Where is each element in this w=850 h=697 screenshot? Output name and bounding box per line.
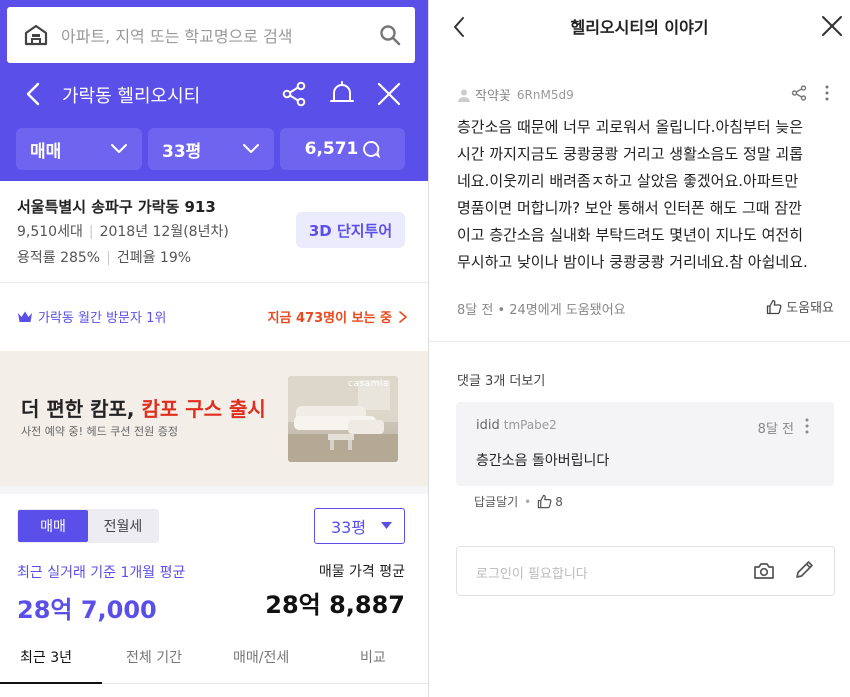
crown-icon [18,311,32,322]
live-viewers-label: 지금 473명이 보는 중 [267,311,392,326]
complex-meta-2: 용적률 285% | 건폐율 19% [17,247,191,267]
segment-rent-tab[interactable]: 전월세 [88,510,158,542]
live-viewers-link[interactable]: 지금 473명이 보는 중 [268,307,408,326]
reply-button[interactable]: 답글달기 [474,493,518,510]
helpful-button[interactable]: 도움돼요 [766,297,834,316]
segment-sale-tab[interactable]: 매매 [18,510,88,542]
households: 9,510세대 [17,224,83,240]
thumbs-up-icon [767,299,782,314]
post-meta: 8달 전 • 24명에게 도움됐어요 [457,303,626,318]
tab-sale-jeonse[interactable]: 매매/전세 [233,647,289,667]
ad-brand-logo: casamia [348,379,389,389]
active-tab-indicator [0,682,102,684]
built-year: 2018년 12월(8년차) [99,224,229,240]
post-body: 층간소음 때문에 너무 괴로워서 올립니다.아침부터 늦은 시간 까지지금도 쿵… [457,118,808,271]
size-select[interactable]: 33평 [314,508,405,544]
section-gap [0,486,428,494]
tab-all-period[interactable]: 전체 기간 [126,647,182,667]
recent-trade-price: 28억 7,000 [17,596,157,624]
close-icon[interactable] [376,81,402,107]
apartment-panel: 아파트, 지역 또는 학교명으로 검색 가락동 헬리오시티 매매 33평 6,5… [0,0,428,697]
thumbs-up-icon[interactable] [537,494,552,509]
story-title: 헬리오시티의 이야기 [570,18,709,37]
camera-icon[interactable] [753,560,775,582]
chevron-right-icon [399,310,407,323]
comment-author: idid tmPabe2 [476,418,557,433]
floor-area-ratio: 용적률 285% [17,250,101,266]
size-dropdown[interactable]: 33평 [148,128,274,170]
complex-meta-1: 9,510세대 | 2018년 12월(8년차) [17,221,229,241]
more-options-icon[interactable] [824,84,830,102]
close-icon[interactable] [821,15,843,37]
like-count: 8 [555,494,563,509]
user-avatar-icon [458,89,470,102]
visitor-rank[interactable]: 가락동 월간 방문자 1위 [17,307,166,326]
home-logo-icon[interactable] [23,22,49,48]
more-comments-link[interactable]: 댓글 3개 더보기 [457,370,545,389]
listing-avg-label: 매물 가격 평균 [318,564,405,580]
chevron-down-icon [111,144,127,153]
listing-avg-price: 28억 8,887 [265,591,405,619]
complex-title: 가락동 헬리오시티 [62,86,201,107]
divider: | [88,224,94,240]
size-label: 33평 [162,141,202,162]
review-count: 6,571 [304,139,359,159]
comment-input-placeholder: 로그인이 필요합니다 [476,567,588,582]
share-icon[interactable] [281,81,307,107]
comment-author-id: tmPabe2 [503,418,557,432]
separator-dot: • [524,494,532,509]
ad-sofa-image[interactable]: casamia [288,376,398,462]
divider [429,341,850,342]
share-icon[interactable] [791,85,807,101]
visitor-rank-label: 가락동 월간 방문자 1위 [38,311,167,326]
complex-address: 서울특별시 송파구 가락동 913 [17,198,216,216]
3d-tour-button[interactable]: 3D 단지투어 [296,212,405,248]
divider: | [106,250,111,266]
pencil-icon[interactable] [793,559,815,581]
story-panel: 헬리오시티의 이야기 작약꽃 6RnM5d9 층간소음 때문에 너무 괴로워서 … [429,0,850,697]
search-bar[interactable]: 아파트, 지역 또는 학교명으로 검색 [7,7,415,63]
comment-actions: 답글달기 • 8 [474,493,563,510]
caret-down-icon [381,522,392,529]
period-tabs: 최근 3년 전체 기간 매매/전세 비교 [0,630,428,684]
comment-text: 층간소음 돌아버립니다 [476,453,610,469]
complex-nav: 가락동 헬리오시티 [0,72,428,116]
author-name: 작약꽃 [475,89,511,104]
chevron-down-icon [243,144,259,153]
ad-subtitle: 사전 예약 중! 헤드 쿠션 전원 증정 [21,425,178,438]
building-coverage: 건폐율 19% [116,250,192,266]
author-id: 6RnM5d9 [516,87,574,102]
trade-type-dropdown[interactable]: 매매 [16,128,142,170]
helpful-label: 도움돼요 [786,301,834,316]
comment-item: idid tmPabe2 8달 전 층간소음 돌아버립니다 [456,402,834,486]
tab-recent-3-years[interactable]: 최근 3년 [20,647,72,667]
comment-author-name: idid [476,418,500,433]
more-options-icon[interactable] [804,417,810,435]
trade-type-label: 매매 [30,141,62,162]
divider [0,282,428,283]
size-select-label: 33평 [331,518,367,537]
bell-icon[interactable] [328,80,356,108]
comment-input[interactable]: 로그인이 필요합니다 [456,546,835,596]
post-author: 작약꽃 6RnM5d9 [457,85,574,104]
ad-title: 더 편한 캄포, 캄포 구스 출시 [21,393,266,422]
recent-trade-label: 최근 실거래 기준 1개월 평균 [17,565,186,581]
tab-compare[interactable]: 비교 [360,647,386,667]
comment-time: 8달 전 [757,422,794,437]
search-input[interactable]: 아파트, 지역 또는 학교명으로 검색 [61,23,379,47]
review-count-button[interactable]: 6,571 [280,128,405,170]
back-icon[interactable] [24,82,44,106]
search-icon[interactable] [379,24,401,46]
chat-bubble-icon [363,141,381,158]
ad-title-main: 더 편한 캄포, [21,397,142,421]
ad-title-accent: 캄포 구스 출시 [141,397,266,421]
